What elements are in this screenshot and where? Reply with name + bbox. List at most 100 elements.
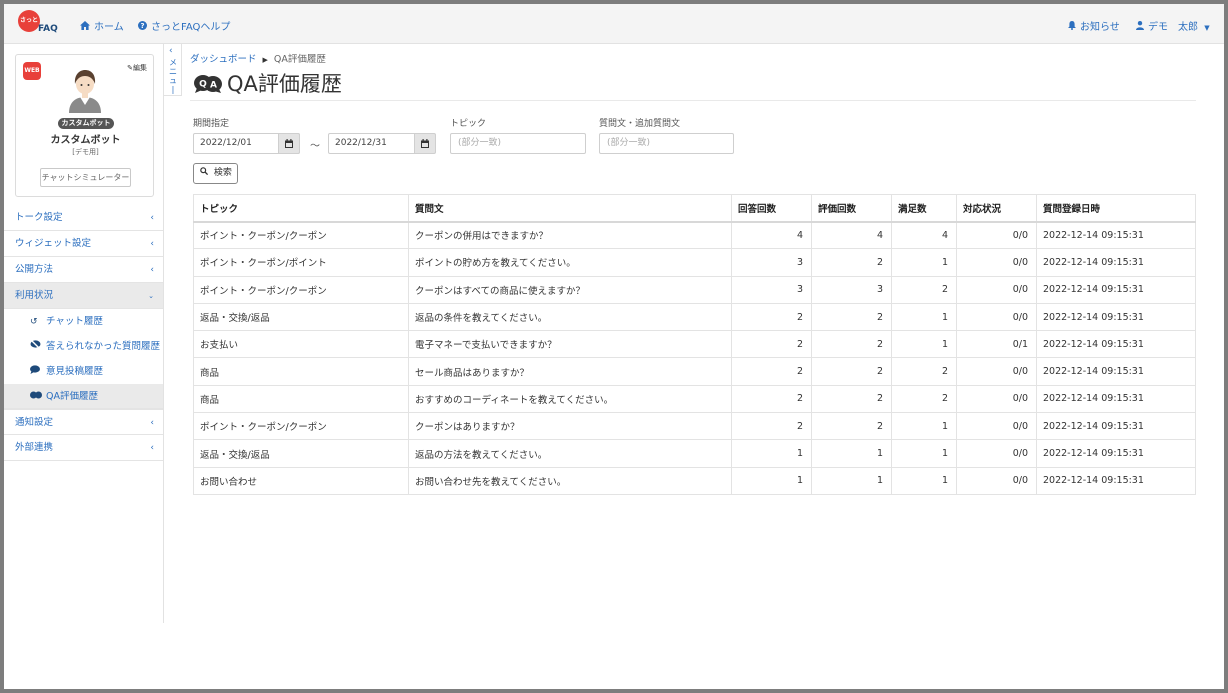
cell-satisfied-count: 1: [891, 412, 957, 441]
topic-input[interactable]: (部分一致): [450, 133, 586, 154]
date-to-calendar-button[interactable]: [414, 133, 436, 154]
sidebar-subitem-feedback-history[interactable]: 意見投稿履歴: [4, 359, 163, 384]
calendar-icon: [421, 139, 429, 148]
nav-help-link[interactable]: ? さっとFAQヘルプ: [138, 18, 230, 33]
column-header-rating-count[interactable]: 評価回数: [811, 194, 892, 223]
chevron-down-icon: ⌄: [148, 292, 154, 300]
nav-help-label: さっとFAQヘルプ: [151, 22, 231, 33]
menu-toggle-label: メニュ |: [169, 58, 177, 94]
user-menu[interactable]: デモ 太郎 ▼: [1136, 18, 1210, 33]
chevron-left-icon: ‹: [150, 443, 154, 453]
svg-text:?: ?: [140, 22, 144, 30]
sidebar-item-widget-settings[interactable]: ウィジェット設定 ‹: [4, 231, 163, 257]
cell-satisfied-count: 1: [891, 466, 957, 495]
cell-satisfied-count: 4: [891, 220, 957, 250]
sidebar-subitem-unanswered-history[interactable]: 答えられなかった質問履歴: [4, 334, 163, 359]
column-header-registered-at[interactable]: 質問登録日時: [1036, 194, 1196, 223]
table-row[interactable]: ポイント・クーポン/クーポン クーポンはすべての商品に使えますか？ 3 3 2 0/0 20…: [193, 275, 1196, 304]
svg-text:Q: Q: [199, 80, 207, 90]
cell-topic: ポイント・クーポン/ポイント: [193, 248, 409, 277]
cell-topic: お問い合わせ: [193, 466, 409, 495]
sidebar-subitem-qa-history[interactable]: QA評価履歴: [4, 384, 163, 409]
table-row[interactable]: ポイント・クーポン/クーポン クーポンの併用はできますか？ 4 4 4 0/0 2022-1…: [193, 220, 1196, 250]
cell-answer-count: 2: [731, 412, 812, 441]
cell-satisfied-count: 1: [891, 302, 957, 332]
app-logo[interactable]: さっと FAQ: [18, 10, 66, 40]
sidebar-item-label: 公開方法: [15, 264, 54, 275]
cell-question: クーポンの併用はできますか？: [408, 220, 732, 250]
sidebar: WEB ✎編集 カスタムボット カスタムボット [デモ用] チャットシミュレータ…: [4, 44, 164, 623]
avatar: [63, 67, 107, 113]
cell-status: 0/0: [956, 412, 1037, 441]
sidebar-subitem-chat-history[interactable]: ↺ チャット履歴: [4, 309, 163, 334]
notifications-label: お知らせ: [1080, 22, 1120, 33]
no-comment-icon: [30, 335, 42, 360]
table-row[interactable]: 返品・交換/返品 返品の方法を教えてください。 1 1 1 0/0 2022-12-14 0…: [193, 439, 1196, 468]
cell-status: 0/0: [956, 466, 1037, 495]
table-row[interactable]: 商品 セール商品はありますか？ 2 2 2 0/0 2022-12-14 09:15:31: [193, 357, 1196, 386]
cell-topic: 商品: [193, 384, 409, 414]
date-from-calendar-button[interactable]: [278, 133, 300, 154]
top-bar: さっと FAQ ホーム ? さっとFAQヘルプ お知らせ デモ 太郎 ▼: [4, 4, 1224, 44]
cell-answer-count: 2: [731, 384, 812, 414]
edit-link[interactable]: ✎編集: [127, 63, 147, 73]
breadcrumb-dashboard-link[interactable]: ダッシュボード: [190, 54, 257, 65]
column-header-satisfied-count[interactable]: 満足数: [891, 194, 957, 223]
column-header-status[interactable]: 対応状況: [956, 194, 1037, 223]
cell-registered-at: 2022-12-14 09:15:31: [1036, 302, 1196, 332]
cell-question: 電子マネーで支払いできますか？: [408, 330, 732, 359]
chat-simulator-button[interactable]: チャットシミュレーター: [40, 168, 131, 187]
sidebar-item-label: ウィジェット設定: [15, 238, 92, 249]
table-row[interactable]: 返品・交換/返品 返品の条件を教えてください。 2 2 1 0/0 2022-12-14 0…: [193, 302, 1196, 332]
sidebar-item-integrations[interactable]: 外部連携 ‹: [4, 435, 163, 461]
cell-rating-count: 3: [811, 275, 892, 304]
sidebar-item-label: 利用状況: [15, 290, 54, 301]
table-row[interactable]: お支払い 電子マネーで支払いできますか？ 2 2 1 0/1 2022-12-14 09:1…: [193, 330, 1196, 359]
sidebar-item-label: 外部連携: [15, 442, 54, 453]
table-row[interactable]: ポイント・クーポン/クーポン クーポンはありますか？ 2 2 1 0/0 2022-12-1…: [193, 412, 1196, 441]
cell-satisfied-count: 1: [891, 330, 957, 359]
sidebar-item-publish[interactable]: 公開方法 ‹: [4, 257, 163, 283]
sidebar-subitem-label: チャット履歴: [46, 316, 103, 327]
edit-label: 編集: [133, 64, 147, 72]
cell-topic: ポイント・クーポン/クーポン: [193, 220, 409, 250]
bot-type-pill: カスタムボット: [58, 118, 114, 129]
notifications-link[interactable]: お知らせ: [1068, 18, 1120, 33]
cell-satisfied-count: 1: [891, 439, 957, 468]
question-input[interactable]: (部分一致): [599, 133, 734, 154]
logo-mark: さっと: [18, 10, 40, 32]
cell-answer-count: 2: [731, 330, 812, 359]
sidebar-item-talk-settings[interactable]: トーク設定 ‹: [4, 205, 163, 231]
menu-collapse-toggle[interactable]: ‹ メニュ |: [164, 44, 182, 96]
column-header-topic[interactable]: トピック: [193, 194, 409, 223]
chevron-left-icon: ‹: [150, 213, 154, 223]
topic-label: トピック: [450, 119, 487, 129]
calendar-icon: [285, 139, 293, 148]
cell-registered-at: 2022-12-14 09:15:31: [1036, 220, 1196, 250]
question-label: 質問文・追加質問文: [599, 119, 681, 129]
breadcrumb-separator-icon: ▶: [262, 56, 268, 64]
cell-question: 返品の条件を教えてください。: [408, 302, 732, 332]
caret-down-icon: ▼: [1204, 24, 1210, 32]
sidebar-item-notification-settings[interactable]: 通知設定 ‹: [4, 409, 163, 435]
cell-rating-count: 2: [811, 302, 892, 332]
logo-text: FAQ: [38, 24, 58, 34]
bot-subtitle: [デモ用]: [72, 148, 99, 156]
search-button[interactable]: 検索: [193, 163, 238, 184]
cell-answer-count: 4: [731, 220, 812, 250]
table-row[interactable]: ポイント・クーポン/ポイント ポイントの貯め方を教えてください。 3 2 1 0/0 202…: [193, 248, 1196, 277]
cell-status: 0/0: [956, 384, 1037, 414]
cell-question: お問い合わせ先を教えてください。: [408, 466, 732, 495]
nav-home-link[interactable]: ホーム: [80, 18, 124, 33]
cell-rating-count: 2: [811, 248, 892, 277]
cell-topic: 返品・交換/返品: [193, 439, 409, 468]
table-row[interactable]: お問い合わせ お問い合わせ先を教えてください。 1 1 1 0/0 2022-12-14 0…: [193, 466, 1196, 495]
cell-question: ポイントの貯め方を教えてください。: [408, 248, 732, 277]
column-header-question[interactable]: 質問文: [408, 194, 732, 223]
table-row[interactable]: 商品 おすすめのコーディネートを教えてください。 2 2 2 0/0 2022-12-14 …: [193, 384, 1196, 414]
cell-topic: 商品: [193, 357, 409, 386]
cell-satisfied-count: 1: [891, 248, 957, 277]
user-label: デモ 太郎: [1148, 22, 1198, 33]
column-header-answer-count[interactable]: 回答回数: [731, 194, 812, 223]
sidebar-item-usage[interactable]: 利用状況 ⌄: [4, 283, 163, 309]
